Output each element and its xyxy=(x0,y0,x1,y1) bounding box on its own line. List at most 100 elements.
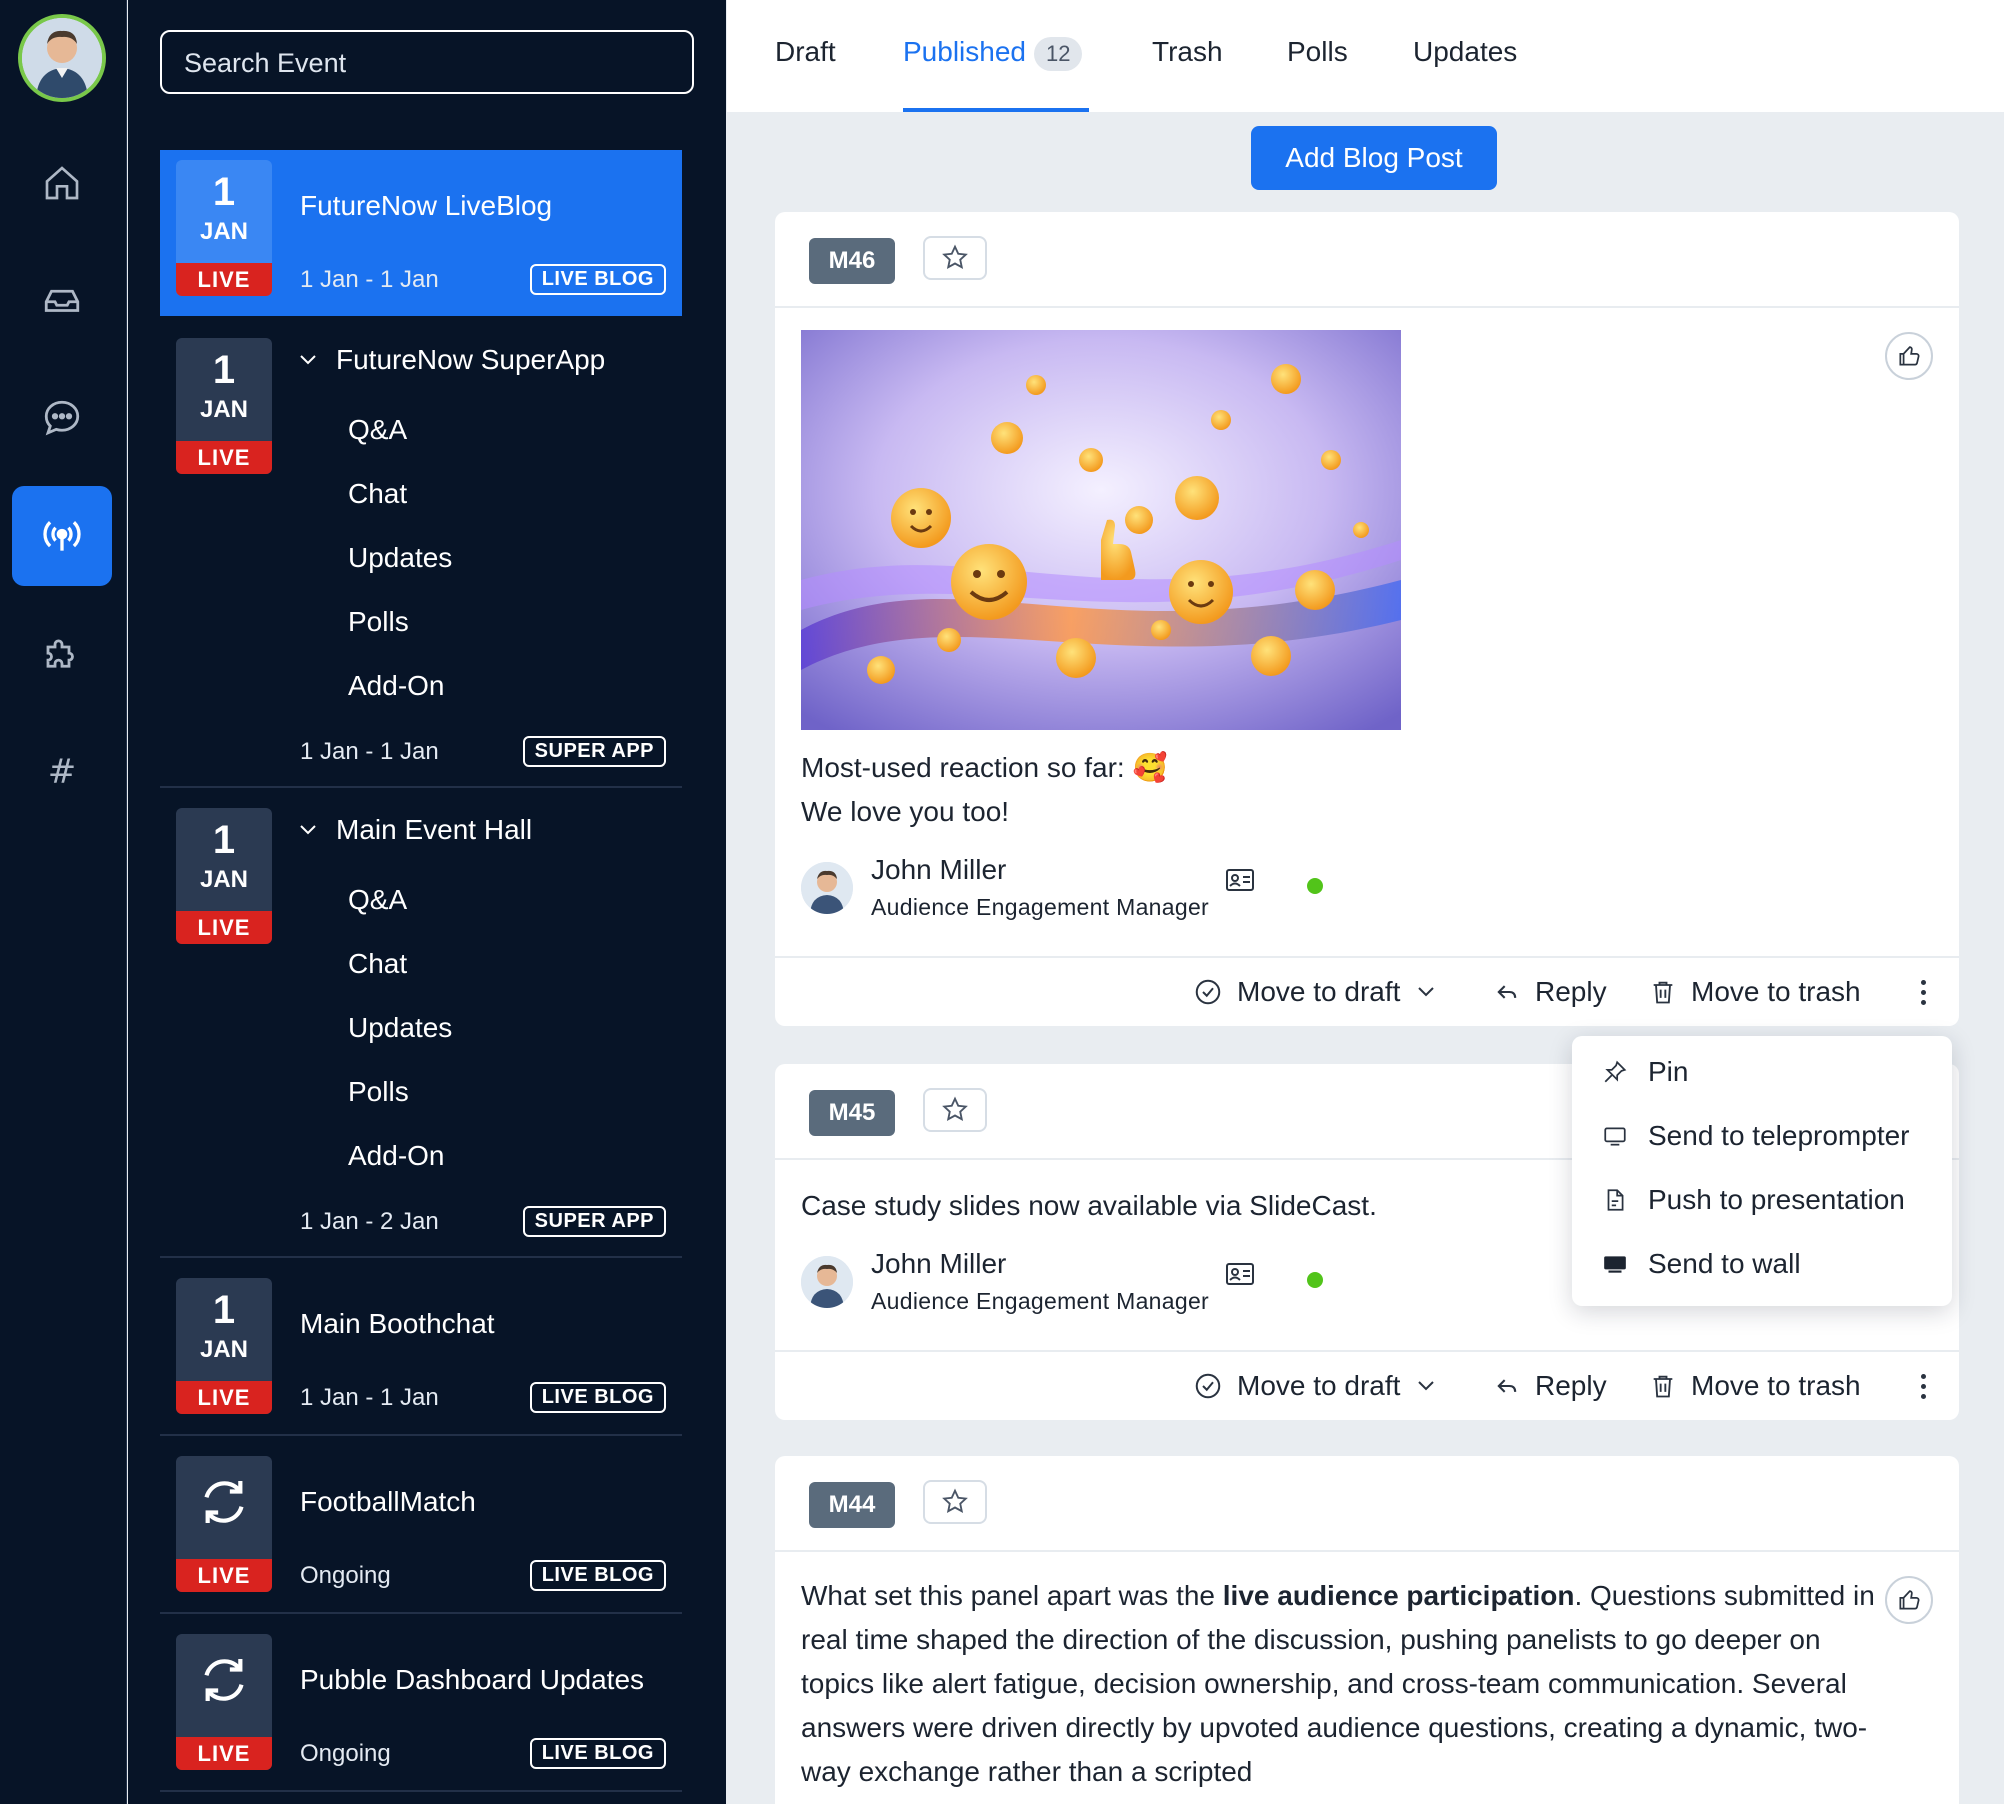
event-date-box: LIVE xyxy=(176,1456,272,1592)
sync-icon xyxy=(176,1472,272,1532)
post-id-badge: M44 xyxy=(809,1482,895,1528)
event-type-tag: SUPER APP xyxy=(522,1206,666,1237)
more-options-icon[interactable] xyxy=(1921,1374,1927,1404)
menu-item-send-to-wall[interactable]: Send to wall xyxy=(1602,1248,1801,1280)
online-status-dot xyxy=(1307,1272,1323,1288)
sub-item-polls[interactable]: Polls xyxy=(348,1076,409,1108)
tab-polls[interactable]: Polls xyxy=(1287,36,1348,68)
author-role: Audience Engagement Manager xyxy=(871,894,1209,920)
move-to-draft-button[interactable]: Move to draft xyxy=(1193,1370,1438,1402)
monitor-icon xyxy=(1604,1127,1626,1146)
check-circle-icon xyxy=(1195,1373,1221,1399)
event-type-tag: LIVE BLOG xyxy=(529,1382,666,1413)
icon-rail: # xyxy=(0,0,127,1804)
document-icon xyxy=(1607,1189,1624,1211)
sub-item-chat[interactable]: Chat xyxy=(348,948,407,980)
event-date-box: 1 JAN LIVE xyxy=(176,1278,272,1414)
event-item-pubble-dashboard-updates[interactable]: LIVE Pubble Dashboard Updates Ongoing LI… xyxy=(160,1622,682,1792)
thumbs-up-icon[interactable] xyxy=(1885,1576,1933,1624)
menu-item-push-to-presentation[interactable]: Push to presentation xyxy=(1602,1184,1905,1216)
sub-item-chat[interactable]: Chat xyxy=(348,478,407,510)
inbox-icon[interactable] xyxy=(12,250,112,350)
reply-button[interactable]: Reply xyxy=(1493,1370,1607,1402)
event-dates: Ongoing xyxy=(300,1740,391,1767)
move-to-trash-button[interactable]: Move to trash xyxy=(1649,976,1861,1008)
trash-icon xyxy=(1653,981,1673,1004)
post-author: John Miller Audience Engagement Manager xyxy=(801,854,1361,924)
post-options-menu: Pin Send to teleprompter Push to present… xyxy=(1572,1036,1952,1306)
event-dates: 1 Jan - 1 Jan xyxy=(300,1384,439,1411)
broadcast-icon[interactable] xyxy=(12,486,112,586)
puzzle-icon[interactable] xyxy=(12,604,112,704)
event-item-main-boothchat[interactable]: 1 JAN LIVE Main Boothchat 1 Jan - 1 Jan … xyxy=(160,1266,682,1436)
chevron-down-icon[interactable] xyxy=(296,348,320,372)
tab-draft[interactable]: Draft xyxy=(775,36,836,68)
tab-published[interactable]: Published 12 xyxy=(903,36,1083,71)
more-options-icon[interactable] xyxy=(1921,980,1927,1010)
event-type-tag: LIVE BLOG xyxy=(529,264,666,295)
event-date-box: LIVE xyxy=(176,1634,272,1770)
online-status-dot xyxy=(1307,878,1323,894)
user-avatar[interactable] xyxy=(18,14,106,102)
event-item-main-event-hall[interactable]: 1 JAN LIVE Main Event Hall Q&A Chat Upda… xyxy=(160,796,682,1258)
author-name: John Miller xyxy=(871,1248,1007,1279)
event-dates: Ongoing xyxy=(300,1562,391,1589)
event-title[interactable]: Main Event Hall xyxy=(296,814,532,846)
check-circle-icon xyxy=(1195,979,1221,1005)
reply-button[interactable]: Reply xyxy=(1493,976,1607,1008)
reply-icon xyxy=(1497,1379,1517,1393)
sub-item-add-on[interactable]: Add-On xyxy=(348,1140,445,1172)
main-content: Draft Published 12 Trash Polls Updates Ad… xyxy=(727,0,2004,1804)
post-text-line: Most-used reaction so far: 🥰 xyxy=(801,752,1168,783)
sub-item-add-on[interactable]: Add-On xyxy=(348,670,445,702)
thumbs-up-icon[interactable] xyxy=(1885,332,1933,380)
home-icon[interactable] xyxy=(12,133,112,233)
star-icon[interactable] xyxy=(923,1480,987,1524)
post-body: What set this panel apart was the live a… xyxy=(801,1580,1875,1787)
move-to-draft-button[interactable]: Move to draft xyxy=(1193,976,1438,1008)
author-role: Audience Engagement Manager xyxy=(871,1288,1209,1314)
reply-icon xyxy=(1497,985,1517,999)
emoji-reactions-image[interactable] xyxy=(801,330,1401,730)
menu-item-send-to-teleprompter[interactable]: Send to teleprompter xyxy=(1602,1120,1910,1152)
event-type-tag: LIVE BLOG xyxy=(529,1738,666,1769)
id-card-icon[interactable] xyxy=(1225,1262,1255,1291)
sub-item-qa[interactable]: Q&A xyxy=(348,414,407,446)
chevron-down-icon[interactable] xyxy=(296,818,320,842)
sub-item-qa[interactable]: Q&A xyxy=(348,884,407,916)
move-to-trash-button[interactable]: Move to trash xyxy=(1649,1370,1861,1402)
add-blog-post-button[interactable]: Add Blog Post xyxy=(1251,126,1497,190)
author-name: John Miller xyxy=(871,854,1007,885)
sub-item-polls[interactable]: Polls xyxy=(348,606,409,638)
event-title[interactable]: FutureNow SuperApp xyxy=(296,344,605,376)
chevron-down-icon xyxy=(1418,1381,1435,1391)
tab-trash[interactable]: Trash xyxy=(1152,36,1223,68)
post-id-badge: M46 xyxy=(809,238,895,284)
trash-icon xyxy=(1653,1375,1673,1398)
event-item-footballmatch[interactable]: LIVE FootballMatch Ongoing LIVE BLOG xyxy=(160,1444,682,1614)
live-badge: LIVE xyxy=(176,1381,272,1414)
author-avatar xyxy=(801,862,853,914)
live-badge: LIVE xyxy=(176,911,272,944)
post-card-m44: M44 What set this panel apart was the li… xyxy=(775,1456,1959,1804)
chat-icon[interactable] xyxy=(12,368,112,468)
live-badge: LIVE xyxy=(176,263,272,296)
tab-updates[interactable]: Updates xyxy=(1413,36,1517,68)
screen-icon xyxy=(1604,1256,1626,1273)
menu-item-pin[interactable]: Pin xyxy=(1602,1056,1688,1088)
hashtag-icon[interactable]: # xyxy=(12,722,112,822)
event-item-futurenow-superapp[interactable]: 1 JAN LIVE FutureNow SuperApp Q&A Chat U… xyxy=(160,326,682,788)
event-item-futurenow-liveblog[interactable]: 1 JAN LIVE FutureNow LiveBlog 1 Jan - 1 … xyxy=(160,150,682,316)
event-title: Pubble Dashboard Updates xyxy=(300,1664,645,1695)
id-card-icon[interactable] xyxy=(1225,868,1255,897)
star-icon[interactable] xyxy=(923,1088,987,1132)
event-date-box: 1 JAN LIVE xyxy=(176,160,272,296)
sub-item-updates[interactable]: Updates xyxy=(348,1012,452,1044)
star-icon[interactable] xyxy=(923,236,987,280)
event-title: FootballMatch xyxy=(300,1486,476,1517)
live-badge: LIVE xyxy=(176,1737,272,1770)
search-event-input[interactable]: Search Event xyxy=(160,30,694,94)
post-id-badge: M45 xyxy=(809,1090,895,1136)
sub-item-updates[interactable]: Updates xyxy=(348,542,452,574)
published-count-badge: 12 xyxy=(1033,36,1083,71)
